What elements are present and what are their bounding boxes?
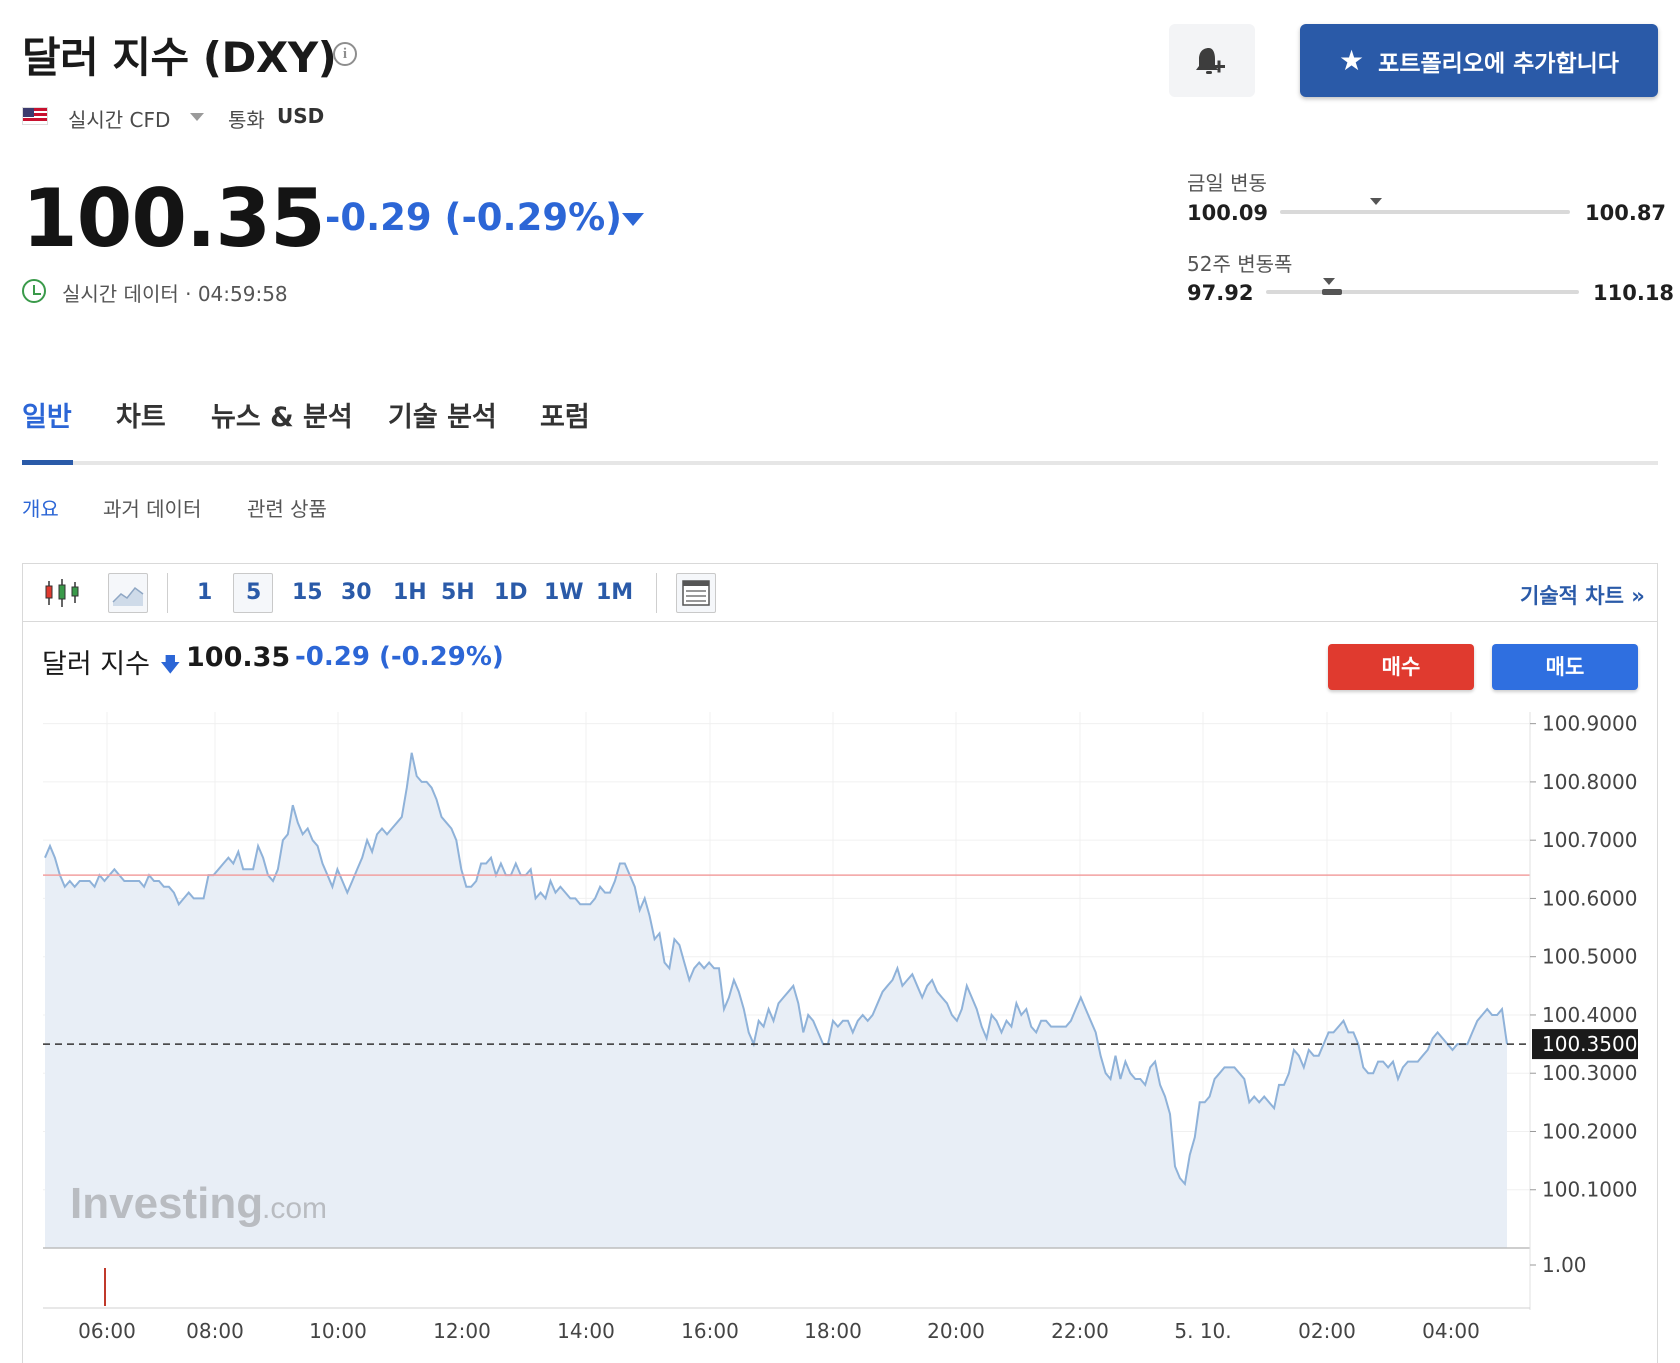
x-tick-label: 16:00 bbox=[681, 1319, 739, 1343]
x-tick-label: 10:00 bbox=[309, 1319, 367, 1343]
current-price-label: 100.3500 bbox=[1542, 1032, 1637, 1056]
y-tick-label: 100.5000 bbox=[1542, 945, 1637, 969]
y-tick-label: 100.9000 bbox=[1542, 712, 1637, 736]
y-tick-label: 100.8000 bbox=[1542, 770, 1637, 794]
x-tick-label: 20:00 bbox=[927, 1319, 985, 1343]
x-tick-label: 22:00 bbox=[1051, 1319, 1109, 1343]
price-area bbox=[45, 752, 1507, 1248]
x-tick-label: 06:00 bbox=[78, 1319, 136, 1343]
x-tick-label: 08:00 bbox=[186, 1319, 244, 1343]
x-tick-label: 14:00 bbox=[557, 1319, 615, 1343]
investing-watermark-suffix: .com bbox=[262, 1192, 327, 1225]
x-tick-label: 04:00 bbox=[1422, 1319, 1480, 1343]
investing-watermark: Investing bbox=[70, 1179, 263, 1228]
y-tick-label: 100.7000 bbox=[1542, 828, 1637, 852]
x-tick-label: 12:00 bbox=[433, 1319, 491, 1343]
x-tick-label: 02:00 bbox=[1298, 1319, 1356, 1343]
y-tick-label: 100.2000 bbox=[1542, 1119, 1637, 1143]
x-tick-label: 5. 10. bbox=[1174, 1319, 1231, 1343]
y-tick-label: 100.4000 bbox=[1542, 1003, 1637, 1027]
volume-label: 1.00 bbox=[1542, 1253, 1587, 1277]
y-tick-label: 100.3000 bbox=[1542, 1061, 1637, 1085]
y-tick-label: 100.1000 bbox=[1542, 1178, 1637, 1202]
price-chart[interactable]: 100.9000 100.8000 100.7000 100.6000 100.5000… bbox=[0, 0, 1680, 1363]
x-tick-label: 18:00 bbox=[804, 1319, 862, 1343]
y-tick-label: 100.6000 bbox=[1542, 886, 1637, 910]
